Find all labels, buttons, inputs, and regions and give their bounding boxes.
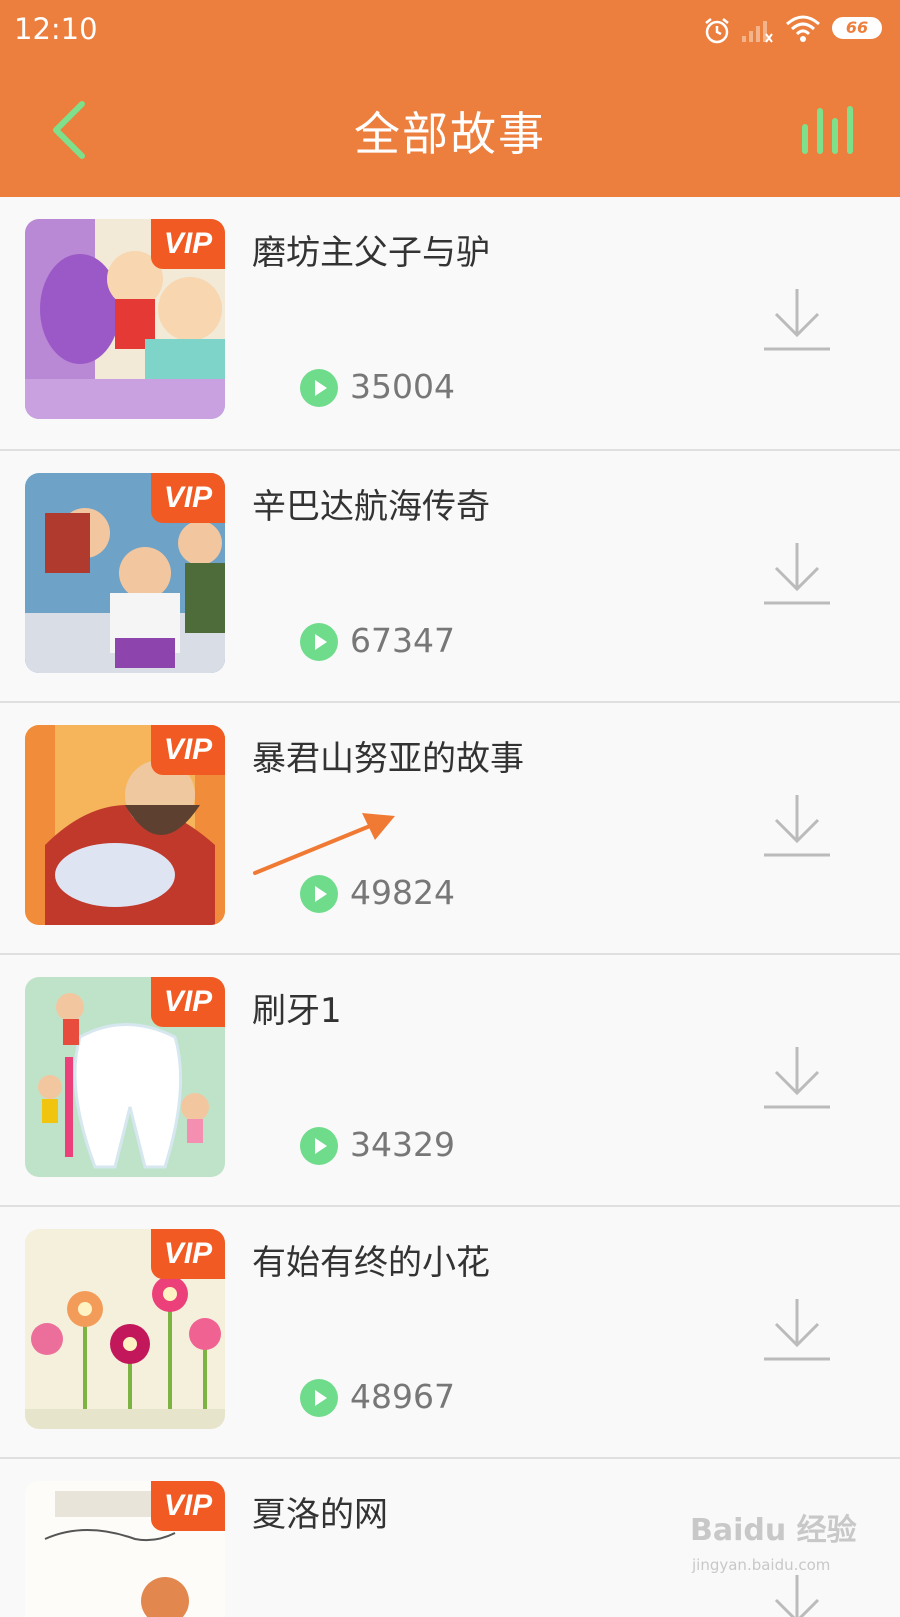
- download-button[interactable]: [762, 1043, 832, 1113]
- play-count-value: 49824: [350, 873, 455, 912]
- status-time: 12:10: [14, 12, 98, 46]
- status-bar: 12:10 66: [0, 0, 900, 62]
- annotation-arrow-icon: [253, 813, 395, 875]
- watermark: Baidu 经验: [690, 1513, 857, 1548]
- vip-badge: VIP: [151, 1229, 225, 1279]
- play-icon: [300, 1127, 338, 1165]
- play-count-value: 34329: [350, 1125, 455, 1164]
- battery-icon: 66: [832, 17, 884, 41]
- story-title: 夏洛的网: [252, 1495, 388, 1535]
- download-button[interactable]: [762, 1571, 832, 1617]
- story-title: 暴君山努亚的故事: [252, 739, 524, 779]
- download-icon: [774, 1575, 820, 1617]
- vip-badge: VIP: [151, 473, 225, 523]
- story-cover: VIP: [25, 1229, 225, 1429]
- story-cover: VIP: [25, 219, 225, 419]
- app-header: 12:10 66 全部故事: [0, 0, 900, 197]
- story-title: 有始有终的小花: [252, 1243, 490, 1283]
- download-button[interactable]: [762, 791, 832, 861]
- audio-bars-icon: [802, 106, 853, 154]
- battery-level: 66: [845, 18, 869, 37]
- story-title: 磨坊主父子与驴: [252, 233, 490, 273]
- story-cover: VIP: [25, 1481, 225, 1617]
- signal-icon: [740, 18, 774, 48]
- now-playing-button[interactable]: [792, 98, 864, 162]
- alarm-icon: [702, 16, 732, 50]
- download-icon: [764, 1299, 830, 1361]
- play-count-value: 35004: [350, 367, 455, 406]
- play-count-value: 48967: [350, 1377, 455, 1416]
- play-icon: [300, 369, 338, 407]
- story-item[interactable]: VIP 暴君山努亚的故事 49824: [0, 701, 900, 953]
- download-button[interactable]: [762, 1295, 832, 1365]
- back-button[interactable]: [44, 98, 94, 162]
- story-cover: VIP: [25, 977, 225, 1177]
- download-icon: [764, 795, 830, 857]
- story-item[interactable]: VIP 刷牙1 34329: [0, 953, 900, 1205]
- download-icon: [764, 543, 830, 605]
- watermark-url: jingyan.baidu.com: [692, 1556, 831, 1574]
- play-icon: [300, 1379, 338, 1417]
- story-cover: VIP: [25, 473, 225, 673]
- story-list: VIP 磨坊主父子与驴 35004 VIP 辛巴达航海传奇 67347 VIP …: [0, 197, 900, 1617]
- vip-badge: VIP: [151, 725, 225, 775]
- download-button[interactable]: [762, 285, 832, 355]
- play-count-value: 67347: [350, 621, 455, 660]
- story-title: 刷牙1: [252, 991, 342, 1031]
- download-icon: [764, 1047, 830, 1109]
- vip-badge: VIP: [151, 219, 225, 269]
- download-icon: [764, 289, 830, 351]
- story-item[interactable]: VIP 有始有终的小花 48967: [0, 1205, 900, 1457]
- page-title: 全部故事: [354, 107, 546, 161]
- vip-badge: VIP: [151, 1481, 225, 1531]
- story-item[interactable]: VIP 辛巴达航海传奇 67347: [0, 449, 900, 701]
- vip-badge: VIP: [151, 977, 225, 1027]
- story-title: 辛巴达航海传奇: [252, 487, 490, 527]
- download-button[interactable]: [762, 539, 832, 609]
- chevron-left-icon: [53, 101, 85, 159]
- story-cover: VIP: [25, 725, 225, 925]
- play-icon: [300, 875, 338, 913]
- wifi-icon: [785, 14, 821, 48]
- story-item[interactable]: VIP 磨坊主父子与驴 35004: [0, 197, 900, 449]
- play-icon: [300, 623, 338, 661]
